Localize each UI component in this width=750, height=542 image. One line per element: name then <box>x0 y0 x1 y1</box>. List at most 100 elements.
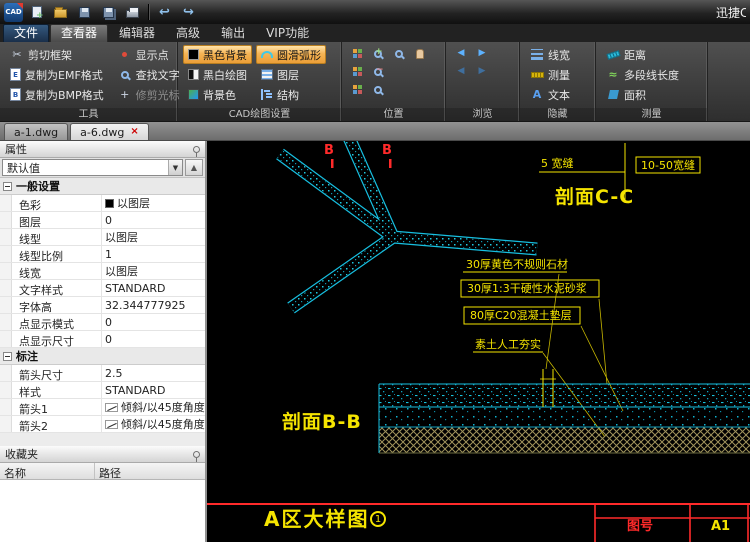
properties-view-button[interactable]: ▲ <box>185 159 203 176</box>
collapse-icon[interactable] <box>3 352 12 361</box>
print-icon <box>126 10 139 18</box>
hide-measure-button[interactable]: 测量 <box>525 65 575 84</box>
previous-view-button[interactable]: ◀ <box>451 45 471 62</box>
last-page-button[interactable]: ▶ <box>472 63 492 80</box>
section-cc-title: 剖面C-C <box>555 187 634 208</box>
redo-button[interactable]: ↪ <box>178 3 199 22</box>
menu-tab-output[interactable]: 输出 <box>211 25 255 42</box>
black-background-button[interactable]: 黑色背景 <box>183 45 252 64</box>
smooth-arc-button[interactable]: 圆滑弧形 <box>256 45 326 64</box>
open-folder-icon <box>54 9 67 18</box>
zoom-window-button[interactable] <box>389 45 409 62</box>
position-extents-button[interactable] <box>347 63 367 80</box>
section-marker-b-left: B <box>324 144 334 158</box>
property-row-ltscale[interactable]: 线型比例1 <box>0 246 205 263</box>
favorites-col-name[interactable]: 名称 <box>0 463 95 479</box>
hand-icon <box>416 49 424 59</box>
menubar: 文件 查看器 编辑器 高级 输出 VIP功能 <box>0 24 750 42</box>
undo-button[interactable]: ↩ <box>154 3 175 22</box>
close-tab-icon[interactable]: × <box>130 127 138 137</box>
favorites-list[interactable] <box>0 480 205 542</box>
property-row-arrowsize[interactable]: 箭头尺寸2.5 <box>0 365 205 382</box>
measure-distance-button[interactable]: 距离 <box>601 45 684 64</box>
trim-cursor-button[interactable]: +修剪光标 <box>113 85 185 104</box>
section-dimension[interactable]: 标注 <box>0 348 205 365</box>
menu-tab-file[interactable]: 文件 <box>3 24 49 42</box>
property-row-pointsize[interactable]: 点显示尺寸0 <box>0 331 205 348</box>
pin-icon[interactable] <box>193 451 200 458</box>
favorites-col-path[interactable]: 路径 <box>95 463 205 479</box>
position-button[interactable] <box>347 45 367 62</box>
property-row-lineweight[interactable]: 线宽以图层 <box>0 263 205 280</box>
zoom-extents-button[interactable] <box>368 81 388 98</box>
cad-canvas[interactable]: B B 5 宽缝 10-50宽缝 剖面C-C 30厚黄色不规则石材 30厚1:3… <box>207 141 750 542</box>
chevron-down-icon[interactable]: ▼ <box>168 160 182 175</box>
save-button[interactable] <box>74 3 95 22</box>
property-row-color[interactable]: 色彩以图层 <box>0 195 205 212</box>
titleblock-sheet-number: A1 <box>711 520 730 534</box>
open-file-button[interactable] <box>50 3 71 22</box>
zoom-window-icon <box>395 50 403 58</box>
ribbon-group-hide: 线宽 测量 A文本 隐藏 <box>520 42 596 121</box>
section-marker-b-right: B <box>382 144 392 158</box>
color-swatch <box>105 199 114 208</box>
bw-drawing-button[interactable]: 黑白绘图 <box>183 65 252 84</box>
layers-button[interactable]: 图层 <box>256 65 326 84</box>
hide-text-button[interactable]: A文本 <box>525 85 575 104</box>
property-row-textstyle[interactable]: 文字样式STANDARD <box>0 280 205 297</box>
copy-emf-button[interactable]: E复制为EMF格式 <box>5 65 109 84</box>
property-row-fontheight[interactable]: 字体高32.344777925 <box>0 297 205 314</box>
find-text-button[interactable]: 查找文字 <box>113 65 185 84</box>
first-page-button[interactable]: ◀ <box>451 63 471 80</box>
preset-dropdown[interactable]: 默认值 ▼ <box>2 159 183 176</box>
favorites-columns: 名称 路径 <box>0 463 205 480</box>
arrow-left-icon: ◀ <box>458 49 465 58</box>
property-row-arrow2[interactable]: 箭头2倾斜/以45度角度开放 <box>0 416 205 433</box>
measure-polyline-button[interactable]: ≈多段线长度 <box>601 65 684 84</box>
zoom-in-button[interactable] <box>368 45 388 62</box>
pin-icon[interactable] <box>193 146 200 153</box>
doc-tab-a6[interactable]: a-6.dwg× <box>70 123 149 140</box>
property-row-pointmode[interactable]: 点显示模式0 <box>0 314 205 331</box>
show-points-button[interactable]: 显示点 <box>113 45 185 64</box>
doc-tab-a1[interactable]: a-1.dwg <box>4 123 68 140</box>
arrow-right-icon: ▶ <box>479 49 486 58</box>
ribbon-group-cad-settings: 黑色背景 黑白绘图 背景色 圆滑弧形 图层 结构 CAD绘图设置 <box>178 42 342 121</box>
next-view-button[interactable]: ▶ <box>472 45 492 62</box>
properties-title: 属性 <box>5 141 27 157</box>
new-file-button[interactable] <box>26 3 47 22</box>
clip-frame-button[interactable]: ✂剪切框架 <box>5 45 109 64</box>
copy-bmp-button[interactable]: B复制为BMP格式 <box>5 85 109 104</box>
print-button[interactable] <box>122 3 143 22</box>
property-row-dimstyle[interactable]: 样式STANDARD <box>0 382 205 399</box>
arrow-first-icon: ◀ <box>458 67 465 76</box>
background-color-button[interactable]: 背景色 <box>183 85 252 104</box>
measure-area-button[interactable]: 面积 <box>601 85 684 104</box>
property-row-layer[interactable]: 图层0 <box>0 212 205 229</box>
pan-button[interactable] <box>410 45 430 62</box>
menu-tab-advanced[interactable]: 高级 <box>166 25 210 42</box>
property-row-arrow1[interactable]: 箭头1倾斜/以45度角度开放 <box>0 399 205 416</box>
hide-lineweight-button[interactable]: 线宽 <box>525 45 575 64</box>
zoom-out-icon <box>374 68 382 76</box>
collapse-icon[interactable] <box>3 182 12 191</box>
ruler-icon <box>530 68 544 82</box>
callout-soil: 素土人工夯实 <box>475 339 541 351</box>
structure-button[interactable]: 结构 <box>256 85 326 104</box>
find-text-icon <box>118 68 132 82</box>
arrowhead-icon <box>105 420 118 429</box>
dim-label-seam5: 5 宽缝 <box>541 158 574 170</box>
ribbon-group-tools: ✂剪切框架 E复制为EMF格式 B复制为BMP格式 显示点 查找文字 +修剪光标… <box>0 42 178 121</box>
property-row-linetype[interactable]: 线型以图层 <box>0 229 205 246</box>
save-icon <box>79 7 90 18</box>
menu-tab-vip[interactable]: VIP功能 <box>256 25 319 42</box>
menu-tab-editor[interactable]: 编辑器 <box>109 25 165 42</box>
titlebar: CAD ↩ ↪ 迅捷C <box>0 0 750 24</box>
window-title: 迅捷C <box>716 4 746 21</box>
zoom-out-button[interactable] <box>368 63 388 80</box>
position-page-button[interactable] <box>347 81 367 98</box>
menu-tab-viewer[interactable]: 查看器 <box>50 24 108 42</box>
group-label-hide: 隐藏 <box>520 108 595 121</box>
save-all-button[interactable] <box>98 3 119 22</box>
section-general[interactable]: 一般设置 <box>0 178 205 195</box>
